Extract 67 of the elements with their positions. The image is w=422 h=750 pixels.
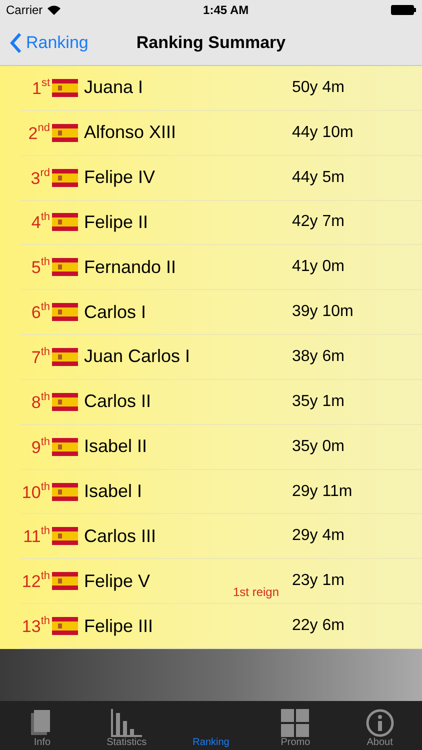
rank-label: 4$^{th}$	[30, 211, 50, 234]
spain-flag-icon	[52, 124, 78, 142]
tab-item[interactable]: Ranking	[168, 701, 254, 750]
reign-note: 1st reign	[233, 585, 280, 600]
carrier-label: Carrier	[6, 3, 43, 17]
grid-icon	[281, 709, 310, 737]
wifi-icon	[46, 5, 61, 15]
reign-duration: 44y 5m	[291, 168, 346, 187]
monarch-name: Carlos III	[84, 526, 158, 547]
rank-label: 2$^{nd}$	[27, 122, 50, 144]
rank-label: 13$^{th}$	[20, 615, 50, 638]
rank-label: 9$^{th}$	[30, 436, 50, 458]
spain-flag-icon	[52, 258, 78, 276]
tab-item[interactable]: Promo	[253, 701, 338, 750]
reign-duration: 35y 1m	[291, 392, 346, 411]
rank-label: 12$^{th}$	[20, 570, 50, 592]
reign-duration: 42y 7m	[291, 213, 346, 232]
rank-label: 10$^{th}$	[20, 480, 50, 503]
screen-title: Ranking Summary	[136, 32, 286, 52]
tab-item[interactable]: About	[338, 701, 422, 750]
reign-duration: 41y 0m	[291, 258, 346, 276]
spain-flag-icon	[52, 527, 78, 546]
rank-label: 5$^{th}$	[30, 256, 50, 278]
chevron-left-icon	[10, 32, 22, 52]
reign-duration: 39y 10m	[291, 303, 354, 322]
monarch-name: Carlos I	[84, 302, 148, 323]
monarch-name: Carlos II	[84, 391, 152, 412]
monarch-name: Felipe II	[84, 212, 150, 233]
monarch-name: Isabel II	[84, 436, 148, 458]
rank-label: 6$^{th}$	[30, 301, 50, 324]
spain-flag-icon	[52, 392, 78, 411]
rank-label: 3$^{rd}$	[30, 166, 50, 189]
reign-duration: 35y 0m	[291, 438, 346, 456]
spain-flag-icon	[52, 617, 78, 636]
monarch-name: Juana I	[84, 77, 144, 98]
reign-duration: 22y 6m	[291, 617, 346, 636]
tab-item[interactable]: Statistics	[84, 701, 169, 750]
reign-duration: 29y 11m	[291, 482, 354, 501]
monarch-name: Felipe III	[84, 616, 154, 637]
reign-duration: 29y 4m	[291, 527, 346, 546]
spain-flag-icon	[52, 78, 78, 97]
spain-flag-icon	[52, 482, 78, 501]
rank-label: 11$^{th}$	[22, 525, 50, 548]
spain-flag-icon	[52, 213, 78, 232]
battery-icon	[391, 5, 416, 15]
reign-duration: 38y 6m	[291, 348, 346, 366]
reign-duration: 44y 10m	[291, 124, 354, 142]
reign-duration: 50y 4m	[291, 78, 346, 97]
bar-chart-icon	[110, 709, 143, 737]
spain-flag-icon	[52, 303, 78, 322]
monarch-name: Juan Carlos I	[84, 346, 192, 368]
rank-label: 8$^{th}$	[30, 390, 50, 413]
tab-item[interactable]: Info	[0, 701, 84, 750]
monarch-name: Felipe IV	[84, 167, 156, 188]
spain-flag-icon	[52, 572, 78, 590]
spain-flag-icon	[52, 348, 78, 366]
spain-flag-icon	[52, 168, 78, 187]
rank-label: 7$^{th}$	[30, 346, 50, 368]
clock-time: 1:45 AM	[203, 3, 249, 17]
monarch-name: Alfonso XIII	[84, 122, 178, 144]
spain-flag-icon	[52, 438, 78, 456]
back-button[interactable]: Ranking	[0, 32, 88, 52]
monarch-name: Isabel I	[84, 481, 144, 502]
reign-duration: 23y 1m	[291, 572, 346, 590]
monarch-name: Fernando II	[84, 256, 178, 278]
rank-label: 1$^{st}$	[30, 76, 50, 99]
info-icon	[366, 709, 394, 737]
